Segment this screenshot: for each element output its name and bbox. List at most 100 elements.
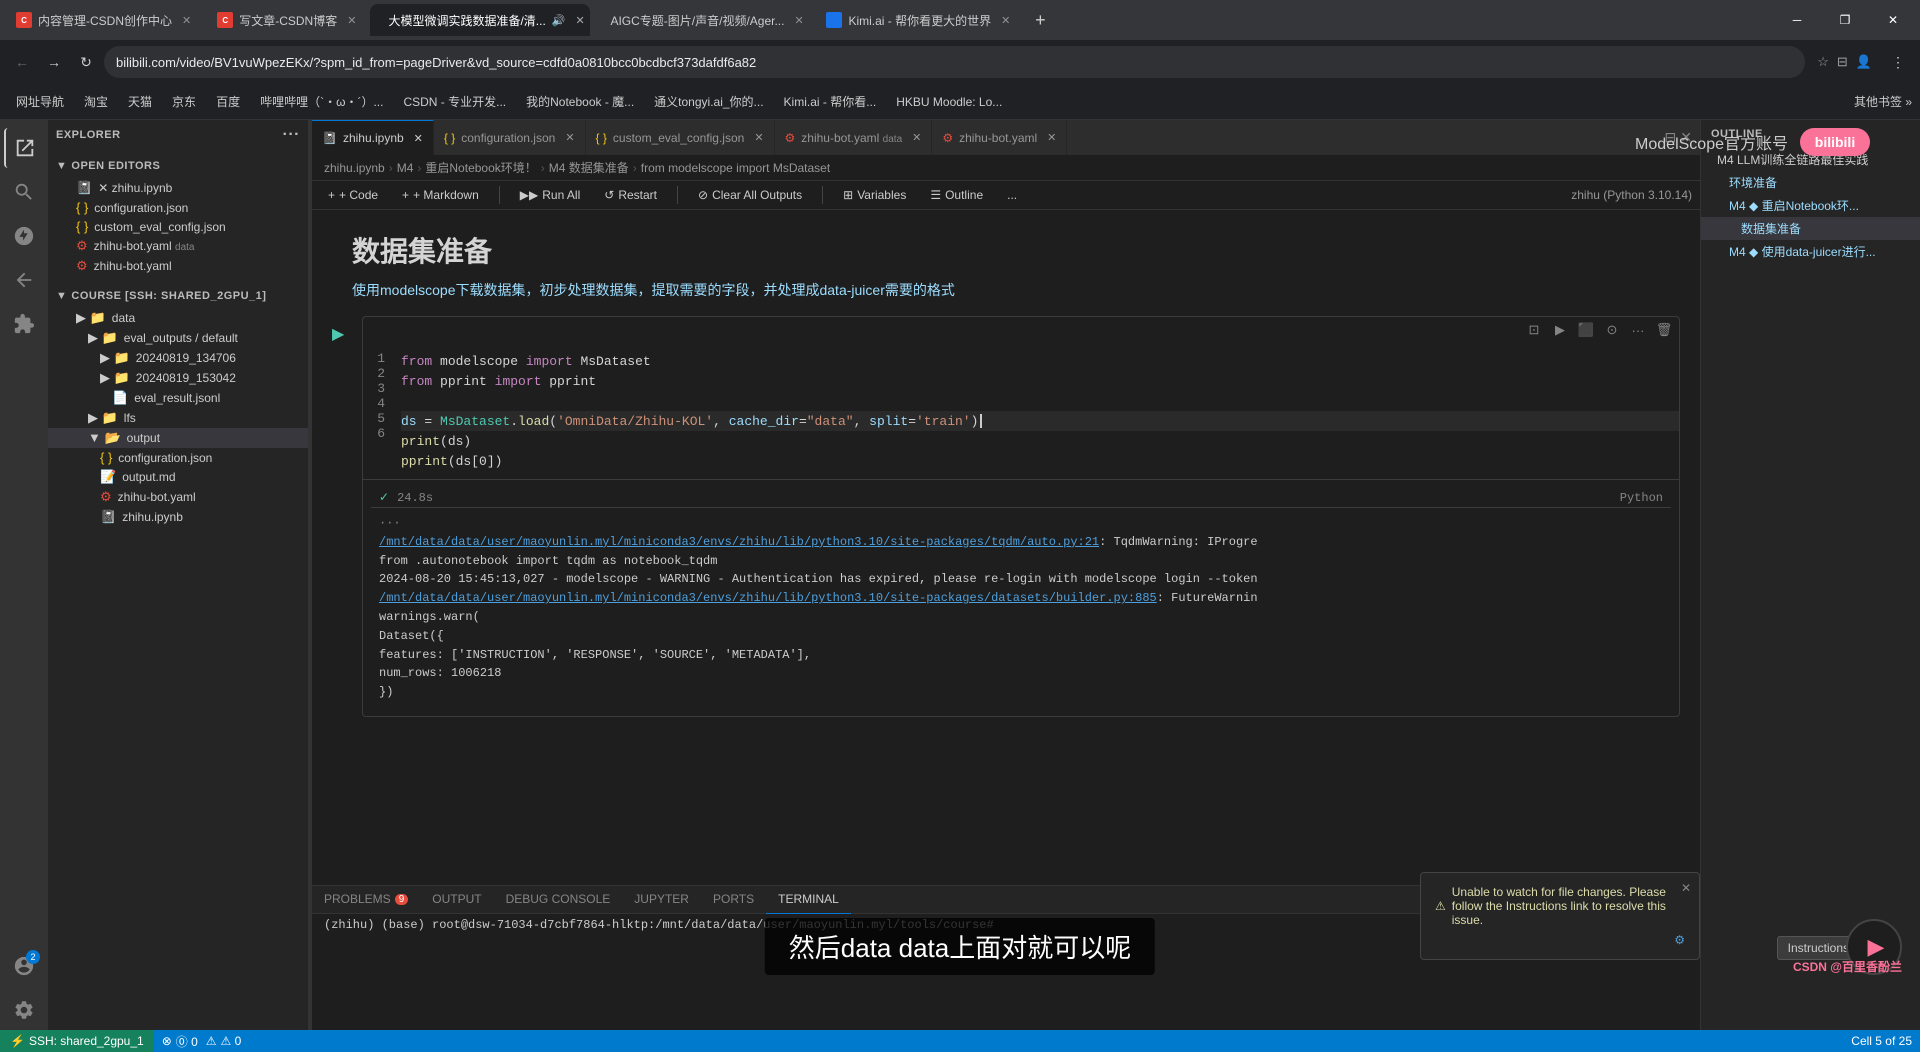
search-activity-icon[interactable] [4,172,44,212]
code-lines[interactable]: from modelscope import MsDataset from pp… [393,343,1679,479]
reload-button[interactable]: ↻ [72,48,100,76]
bookmark-bilibili[interactable]: 哔哩哔哩（`・ω・´）... [252,91,391,112]
panel-tab-jupyter[interactable]: JUPYTER [622,886,701,914]
ssh-status-item[interactable]: ⚡ SSH: shared_2gpu_1 [0,1030,154,1052]
tab-close-bili[interactable]: ✕ [575,14,584,27]
tab-close-kimi[interactable]: ✕ [1001,14,1010,27]
extensions-button[interactable]: ⋮ [1884,48,1912,76]
back-button[interactable]: ← [8,48,36,76]
cell-run-button[interactable]: ▶ [332,316,362,717]
editor-tab-close-config[interactable]: ✕ [565,131,574,144]
more-toolbar-button[interactable]: ... [999,185,1025,205]
panel-tab-terminal[interactable]: TERMINAL [766,886,851,914]
forward-button[interactable]: → [40,48,68,76]
notification-close-button[interactable]: ✕ [1681,881,1691,895]
tab-kimi[interactable]: Kimi.ai - 帮你看更大的世界 ✕ [814,4,1022,36]
run-all-button[interactable]: ▶▶ Run All [512,185,589,205]
panel-tab-debug[interactable]: DEBUG CONSOLE [494,886,623,914]
cell-tool-run-icon[interactable]: ▶ [1549,319,1571,341]
folder-lfs[interactable]: ▶ 📁 lfs [48,408,308,428]
tab-close-csdn-write[interactable]: ✕ [347,14,356,27]
folder-eval-outputs[interactable]: ▶ 📁 eval_outputs / default [48,328,308,348]
open-file-config-json[interactable]: { } configuration.json [48,198,308,217]
breadcrumb-restart[interactable]: 重启Notebook环境！ [425,159,536,176]
editor-tab-close-bot[interactable]: ✕ [1047,131,1056,144]
debug-icon[interactable] [4,260,44,300]
bookmark-tongyi[interactable]: 通义tongyi.ai_你的... [646,91,771,112]
bookmark-tianmao[interactable]: 天猫 [120,91,160,112]
sidebar-more-icon[interactable]: ··· [283,126,300,144]
breadcrumb-m4[interactable]: M4 [397,161,414,175]
editor-tab-custom-eval[interactable]: { } custom_eval_config.json ✕ [586,120,775,155]
course-folder-header[interactable]: ▼ COURSE [SSH: SHARED_2GPU_1] [48,284,308,308]
editor-tab-bot[interactable]: ⚙ zhihu-bot.yaml ✕ [932,120,1067,155]
settings-icon[interactable] [4,990,44,1030]
editor-tab-close-bot-data[interactable]: ✕ [912,131,921,144]
notification-settings-icon[interactable]: ⚙ [1674,933,1685,947]
tab-close-aigc[interactable]: ✕ [794,14,803,27]
panel-tab-problems[interactable]: PROBLEMS 9 [312,886,420,914]
tab-aigc[interactable]: AIGC专题-图片/声音/视频/Ager... ✕ [592,4,812,36]
cast-icon[interactable]: ⊟ [1837,54,1848,70]
extensions-activity-icon[interactable] [4,304,44,344]
bookmarks-more[interactable]: 其他书签 » [1854,93,1912,110]
folder-20240819-2[interactable]: ▶ 📁 20240819_153042 [48,368,308,388]
outline-item-restart[interactable]: M4 ◆ 重启Notebook环... [1701,194,1920,217]
bookmark-kimi[interactable]: Kimi.ai - 帮你看... [776,91,885,112]
cell-tool-delete-icon[interactable]: 🗑 [1653,319,1675,341]
sidebar-header-explorer[interactable]: EXPLORER ··· [48,120,308,150]
bookmark-jingdong[interactable]: 京东 [164,91,204,112]
close-button[interactable]: ✕ [1870,6,1916,34]
editor-tab-bot-data[interactable]: ⚙ zhihu-bot.yaml data ✕ [775,120,933,155]
tab-close-csdn-manage[interactable]: ✕ [182,14,191,27]
cell-tool-more-icon[interactable]: ··· [1627,319,1649,341]
folder-20240819-1[interactable]: ▶ 📁 20240819_134706 [48,348,308,368]
clear-outputs-button[interactable]: ⊘ Clear All Outputs [690,185,810,205]
cell-tool-interrupt-icon[interactable]: ⬛ [1575,319,1597,341]
cell-info-status[interactable]: Cell 5 of 25 [1843,1034,1920,1048]
open-file-zhihu-ipynb[interactable]: 📓 ✕ zhihu.ipynb [48,178,308,198]
tab-csdn-manage[interactable]: C 内容管理-CSDN创作中心 ✕ [4,4,203,36]
tab-csdn-write[interactable]: C 写文章-CSDN博客 ✕ [205,4,368,36]
editor-tab-close-custom[interactable]: ✕ [754,131,763,144]
bilibili-button[interactable]: bilibili [1800,128,1870,156]
git-icon[interactable] [4,216,44,256]
profile-icon[interactable]: 👤 [1856,54,1872,70]
file-zhihu-bot-yaml[interactable]: ⚙ zhihu-bot.yaml [48,487,308,507]
output-link-2[interactable]: /mnt/data/data/user/maoyunlin.myl/minico… [379,591,1157,605]
bookmark-网址导航[interactable]: 网址导航 [8,91,72,112]
new-tab-button[interactable]: + [1024,4,1056,36]
file-output-md[interactable]: 📝 output.md [48,467,308,487]
restore-button[interactable]: ❐ [1822,6,1868,34]
panel-tab-output[interactable]: OUTPUT [420,886,493,914]
bookmark-baidu[interactable]: 百度 [208,91,248,112]
minimize-button[interactable]: ─ [1774,6,1820,34]
open-file-zhihu-bot-data[interactable]: ⚙ zhihu-bot.yaml data [48,236,308,256]
cell-tool-copy-icon[interactable]: ⊡ [1523,319,1545,341]
address-bar[interactable]: bilibili.com/video/BV1vuWpezEKx/?spm_id_… [104,46,1805,78]
editor-tab-close-zhihu[interactable]: ✕ [414,132,423,145]
bookmark-notebook[interactable]: 我的Notebook - 魔... [518,91,642,112]
explorer-icon[interactable] [4,128,44,168]
file-zhihu-ipynb[interactable]: 📓 zhihu.ipynb [48,507,308,527]
open-editors-header[interactable]: ▼ OPEN EDITORS [48,154,308,178]
outline-item-env[interactable]: 环境准备 [1701,171,1920,194]
errors-status-item[interactable]: ⊗ ⓪ 0 ⚠ ⚠ 0 [154,1033,250,1050]
bookmark-hkbu[interactable]: HKBU Moodle: Lo... [888,93,1010,111]
tab-bilibili-active[interactable]: 大模型微调实践数据准备/清... 🔊 ✕ [370,4,590,36]
add-markdown-button[interactable]: + + Markdown [394,185,487,205]
file-eval-result[interactable]: 📄 eval_result.jsonl [48,388,308,408]
folder-output[interactable]: ▼ 📂 output [48,428,308,448]
folder-data[interactable]: ▶ 📁 data [48,308,308,328]
breadcrumb-data-prep[interactable]: M4 数据集准备 [549,159,629,176]
bookmark-taobao[interactable]: 淘宝 [76,91,116,112]
cell-tool-clear-icon[interactable]: ⊙ [1601,319,1623,341]
open-file-zhihu-bot[interactable]: ⚙ zhihu-bot.yaml [48,256,308,276]
kernel-info[interactable]: zhihu (Python 3.10.14) [1571,188,1692,202]
breadcrumb-zhihu[interactable]: zhihu.ipynb [324,161,385,175]
outline-button[interactable]: ☰ Outline [922,185,991,205]
restart-button[interactable]: ↺ Restart [596,185,665,205]
account-icon[interactable]: 2 [4,946,44,986]
panel-tab-ports[interactable]: PORTS [701,886,766,914]
output-link-1[interactable]: /mnt/data/data/user/maoyunlin.myl/minico… [379,535,1099,549]
